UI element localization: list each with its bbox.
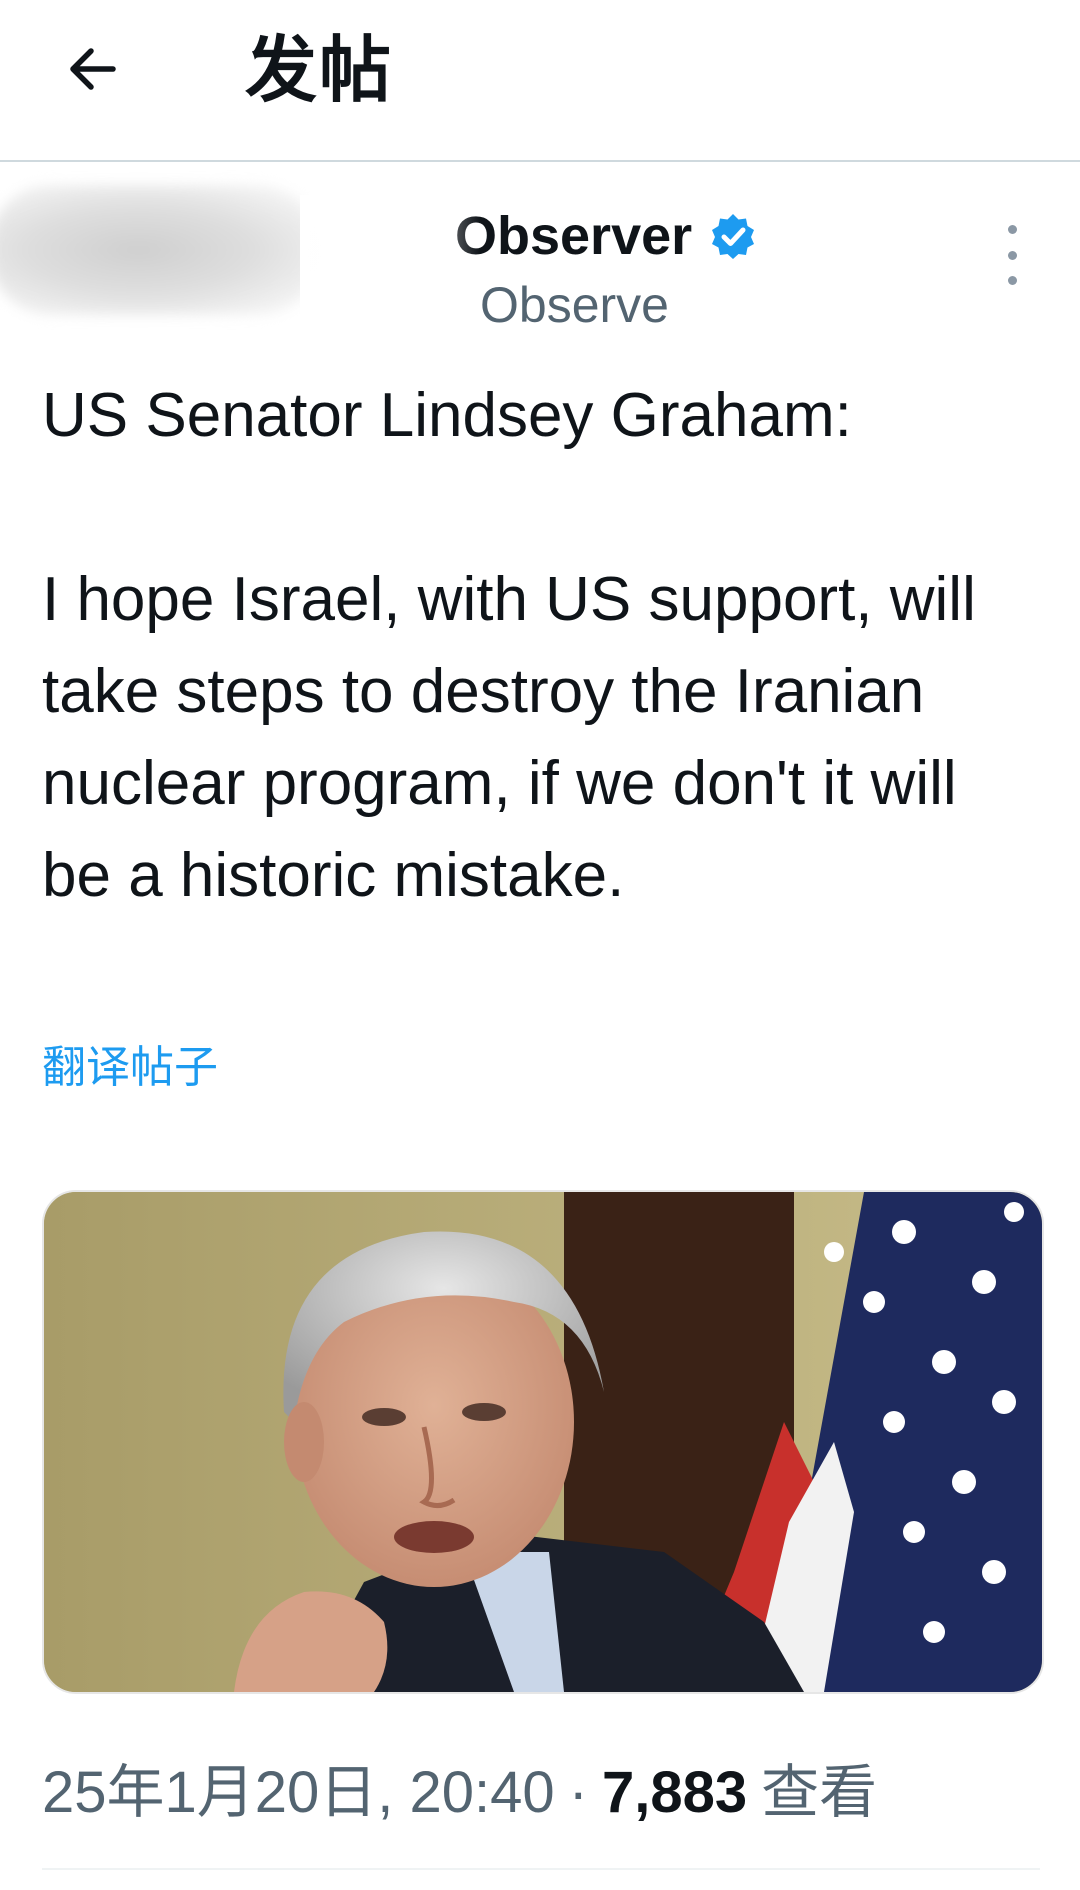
arrow-left-icon <box>70 48 116 90</box>
top-app-bar: 发帖 <box>0 0 1080 162</box>
divider <box>42 1868 1040 1870</box>
more-options-button[interactable] <box>990 225 1034 285</box>
redaction-overlay <box>300 195 480 335</box>
page-title: 发帖 <box>245 31 394 111</box>
senator-photo <box>44 1192 1042 1692</box>
post-text: US Senator Lindsey Graham: I hope Israel… <box>42 381 976 910</box>
author-name-row[interactable]: Observer <box>455 203 758 269</box>
views-count[interactable]: 7,883 <box>602 1755 747 1831</box>
post-image[interactable] <box>42 1190 1044 1694</box>
verified-badge-icon <box>712 214 755 259</box>
post-meta: 25年1月20日, 20:40 · 7,883 查看 <box>42 1755 877 1831</box>
more-vertical-icon <box>1007 225 1017 234</box>
translate-post-link[interactable]: 翻译帖子 <box>42 1040 218 1096</box>
author-handle[interactable]: Observe <box>480 273 669 337</box>
post-timestamp[interactable]: 25年1月20日, 20:40 <box>42 1755 555 1831</box>
avatar[interactable] <box>0 185 320 315</box>
back-button[interactable] <box>58 34 128 104</box>
meta-separator: · <box>568 1760 588 1825</box>
views-label[interactable]: 查看 <box>761 1755 877 1831</box>
author-display-name[interactable]: Observer <box>455 203 692 269</box>
post-detail-page: 发帖 Observer Observe US Senator Lindsey G… <box>0 0 1080 1890</box>
author-row: Observer Observe <box>0 165 1080 345</box>
